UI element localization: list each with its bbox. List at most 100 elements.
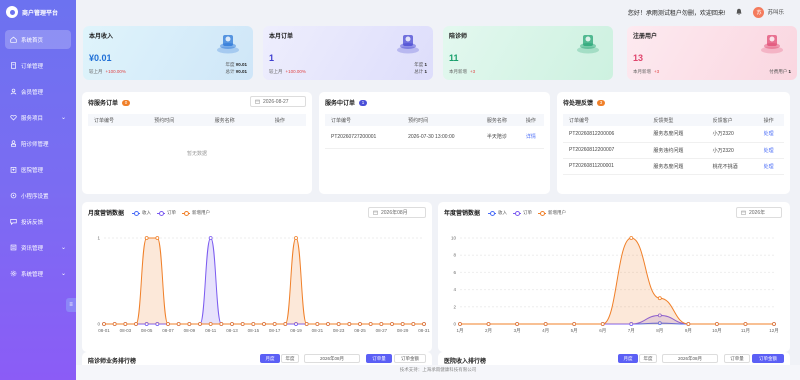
data-point (283, 322, 288, 326)
data-point (486, 322, 491, 326)
staff-card: 陪诊师 11 本月新增 +3 (443, 26, 613, 80)
sidebar-item-4[interactable]: 陪诊师管理 (5, 134, 71, 153)
calendar-icon (373, 210, 378, 215)
data-point (368, 322, 373, 326)
data-point (251, 322, 256, 326)
sidebar-item-1[interactable]: 订单管理 (5, 56, 71, 75)
logo: 商户管理平台 (0, 0, 76, 24)
column-header: 服务名称 (208, 114, 269, 126)
x-tick-label: 9月 (685, 328, 692, 334)
hospital-year-button[interactable]: 年度 (639, 354, 657, 363)
bell-icon[interactable] (735, 8, 743, 16)
x-tick-label: 8月 (656, 328, 663, 334)
legend-label: 新增用户 (548, 210, 566, 215)
username: 苏叫乐 (767, 10, 784, 16)
data-point (102, 322, 106, 326)
row-action-link[interactable]: 处理 (757, 142, 784, 159)
column-header: 订单编号 (563, 114, 648, 126)
legend-item[interactable]: 订单 (157, 210, 176, 216)
sidebar-item-8[interactable]: 资讯管理 ⌄ (5, 238, 71, 257)
table-cell: PT20260811200001 (563, 158, 648, 175)
data-point (743, 322, 748, 326)
x-tick-label: 5月 (571, 328, 578, 334)
legend-item[interactable]: 收入 (132, 210, 151, 216)
stat-foot: 较上月 +100.00% (89, 69, 126, 74)
data-point (198, 322, 202, 326)
x-tick-label: 08-17 (269, 328, 281, 333)
row-action-link[interactable]: 处理 (757, 158, 784, 175)
data-point (208, 322, 213, 326)
x-tick-label: 08-23 (333, 328, 345, 333)
column-header: 订单编号 (88, 114, 149, 126)
sidebar-item-5[interactable]: 医院管理 (5, 160, 71, 179)
sidebar-item-2[interactable]: 会员管理 (5, 82, 71, 101)
pending-orders-panel: 待服务订单 0 2026-08-27 订单编号 预约时间 服务名称 操作 暂无数据 (82, 92, 312, 194)
monthly-chart-date-picker[interactable]: 2026年08月 (368, 207, 426, 218)
sidebar-item-7[interactable]: 投诉反馈 (5, 212, 71, 231)
feedback-title: 待处理反馈 3 (563, 98, 606, 107)
x-tick-label: 12月 (769, 328, 779, 334)
app-title: 商户管理平台 (22, 10, 59, 17)
stat-illustration-icon (761, 35, 783, 54)
x-tick-label: 08-31 (418, 328, 430, 333)
hospital-month-button[interactable]: 月度 (618, 354, 638, 363)
row-action-link[interactable]: 处理 (757, 126, 784, 143)
data-point (358, 322, 362, 326)
table-row: PT20260812200006 服务态度问题 小万2320 处理 (563, 126, 784, 143)
menu-collapse-icon[interactable]: ≡ (66, 298, 76, 312)
x-tick-label: 6月 (599, 328, 606, 334)
sidebar-item-9[interactable]: 系统管理 ⌄ (5, 264, 71, 283)
stat-foot: 较上月 +100.00% (269, 69, 306, 74)
column-header: 反馈类型 (647, 114, 707, 126)
table-cell: 服务态度问题 (647, 158, 707, 175)
y-tick-label: 6 (453, 270, 456, 275)
legend-item[interactable]: 新增用户 (538, 210, 566, 216)
user-menu[interactable]: 苏 苏叫乐 (753, 6, 784, 18)
column-header: 预约时间 (402, 114, 481, 126)
table-cell: PT20260812200006 (563, 126, 648, 143)
x-tick-label: 08-01 (98, 328, 110, 333)
yearly-chart-legend: 收入 订单 新增用户 (488, 210, 566, 216)
hospital-icon (10, 166, 17, 173)
hospital-date-picker[interactable]: 2026年08月 (662, 354, 718, 363)
sidebar-item-3[interactable]: 服务项目 ⌄ (5, 108, 71, 127)
data-point (272, 322, 277, 326)
staff-year-button[interactable]: 年度 (281, 354, 299, 363)
staff-date-picker[interactable]: 2026年08月 (304, 354, 360, 363)
legend-marker (157, 211, 165, 216)
legend-item[interactable]: 收入 (488, 210, 507, 216)
table-row: PT20260811200001 服务态度问题 桃花不挑酒 处理 (563, 158, 784, 175)
staff-order-amount-button[interactable]: 订单金额 (394, 354, 426, 363)
sidebar-item-label: 会员管理 (21, 89, 44, 96)
stat-foot: 本月新增 +3 (449, 69, 476, 74)
home-icon (10, 36, 17, 43)
table-cell: 半天陪诊 (480, 126, 520, 149)
legend-item[interactable]: 新增用户 (182, 210, 210, 216)
legend-item[interactable]: 订单 (513, 210, 532, 216)
hospital-order-count-button[interactable]: 订单量 (724, 354, 750, 363)
staff-icon (10, 140, 17, 147)
sidebar-item-0[interactable]: 系统首页 (5, 30, 71, 49)
in-service-table: 订单编号 预约时间 服务名称 操作 PT20260727200001 2026-07-3… (325, 114, 544, 149)
sidebar-item-6[interactable]: 小程序设置 (5, 186, 71, 205)
data-point (123, 322, 128, 326)
data-point (187, 322, 192, 326)
x-tick-label: 08-27 (376, 328, 388, 333)
stat-illustration-icon (217, 35, 239, 54)
column-header: 操作 (519, 114, 544, 126)
table-cell: 2026-07-30 13:00:00 (402, 126, 481, 149)
yearly-chart-date-picker[interactable]: 2026年 (736, 207, 782, 218)
pending-orders-date-picker[interactable]: 2026-08-27 (250, 96, 306, 107)
row-action-link[interactable]: 详情 (519, 126, 544, 149)
stat-illustration-icon (397, 35, 419, 54)
staff-order-count-button[interactable]: 订单量 (366, 354, 392, 363)
hospital-ranking-title: 医院收入排行榜 (444, 359, 487, 365)
hospital-order-amount-button[interactable]: 订单金额 (752, 354, 784, 363)
orders-card: 本月订单 1 较上月 +100.00% 年度 1 总计 1 (263, 26, 433, 80)
staff-month-button[interactable]: 月度 (260, 354, 280, 363)
sidebar-item-label: 陪诊师管理 (21, 141, 49, 148)
yearly-chart: 0 2 4 6 8 10 1月 2月 3月 4月 5月 6月 7月 8月 9月 10月 11月 12月 (451, 236, 779, 335)
data-point (379, 322, 384, 326)
table-cell: 小万2320 (706, 126, 758, 143)
data-point (230, 322, 234, 326)
